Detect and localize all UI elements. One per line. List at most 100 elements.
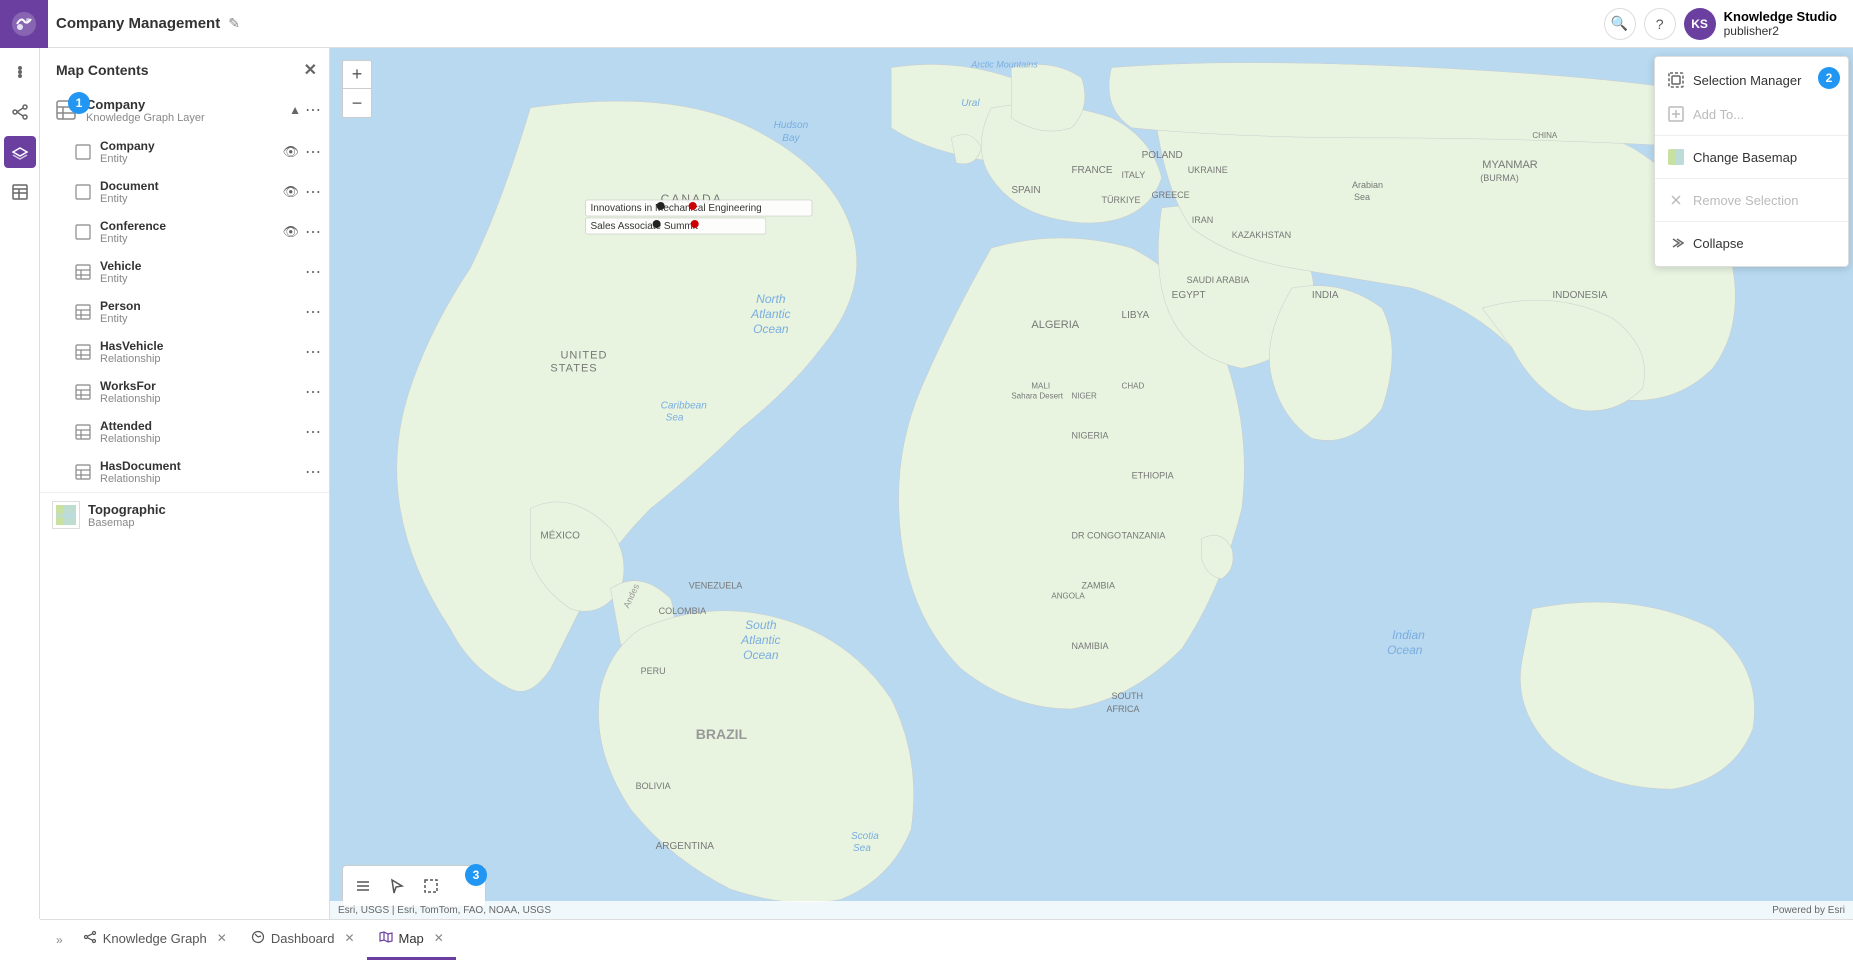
- edit-icon[interactable]: ✎: [228, 15, 240, 32]
- tab-knowledge-graph[interactable]: Knowledge Graph ✕: [71, 920, 239, 960]
- layer-item-person[interactable]: Person Entity ⋯: [40, 292, 329, 332]
- layer-item-type: Entity: [100, 273, 305, 285]
- layer-item-hasdocument[interactable]: HasDocument Relationship ⋯: [40, 452, 329, 492]
- svg-text:LIBYA: LIBYA: [1122, 310, 1150, 321]
- tab-knowledge-graph-close[interactable]: ✕: [217, 931, 227, 945]
- svg-text:AFRICA: AFRICA: [1107, 704, 1140, 714]
- visibility-icon[interactable]: 👁: [282, 184, 299, 200]
- zoom-in-button[interactable]: +: [343, 61, 371, 89]
- tab-map-close[interactable]: ✕: [434, 931, 444, 945]
- svg-text:UKRAINE: UKRAINE: [1188, 165, 1228, 175]
- layer-item-actions: ⋯: [305, 462, 321, 482]
- svg-text:DR CONGO: DR CONGO: [1071, 531, 1121, 541]
- layer-item-conference[interactable]: Conference Entity 👁 ⋯: [40, 212, 329, 252]
- knowledge-graph-tab-icon: [83, 930, 97, 947]
- item-more-button[interactable]: ⋯: [305, 382, 321, 402]
- item-more-button[interactable]: ⋯: [305, 182, 321, 202]
- context-item-remove-selection: Remove Selection: [1655, 183, 1848, 217]
- zoom-out-button[interactable]: −: [343, 89, 371, 117]
- svg-text:PERU: PERU: [641, 666, 666, 676]
- change-basemap-label: Change Basemap: [1693, 150, 1797, 165]
- tab-dashboard-close[interactable]: ✕: [344, 931, 354, 945]
- collapse-icon: [1667, 234, 1685, 252]
- help-button[interactable]: ?: [1644, 8, 1676, 40]
- item-more-button[interactable]: ⋯: [305, 302, 321, 322]
- layer-item-hasvehicle[interactable]: HasVehicle Relationship ⋯: [40, 332, 329, 372]
- item-more-button[interactable]: ⋯: [305, 262, 321, 282]
- visibility-icon[interactable]: 👁: [282, 144, 299, 160]
- context-divider-1: [1655, 135, 1848, 136]
- layer-group-more-button[interactable]: ⋯: [305, 100, 321, 120]
- svg-text:SAUDI ARABIA: SAUDI ARABIA: [1187, 275, 1250, 285]
- layer-item-worksfor[interactable]: WorksFor Relationship ⋯: [40, 372, 329, 412]
- context-menu: Selection Manager 2 Add To... Change Bas…: [1654, 56, 1849, 267]
- basemap-name: Topographic: [88, 502, 321, 517]
- item-more-button[interactable]: ⋯: [305, 462, 321, 482]
- svg-text:ETHIOPIA: ETHIOPIA: [1132, 470, 1174, 480]
- svg-text:South: South: [745, 618, 777, 632]
- map-attribution: Esri, USGS | Esri, TomTom, FAO, NOAA, US…: [330, 901, 1853, 919]
- selection-manager-label: Selection Manager: [1693, 73, 1801, 88]
- rectangle-select-button[interactable]: [415, 870, 447, 902]
- context-item-change-basemap[interactable]: Change Basemap: [1655, 140, 1848, 174]
- svg-text:MÉXICO: MÉXICO: [540, 529, 580, 542]
- panel-title: Map Contents: [56, 62, 149, 78]
- svg-text:Ural: Ural: [961, 98, 980, 109]
- svg-text:COLOMBIA: COLOMBIA: [659, 606, 707, 616]
- svg-text:ARGENTINA: ARGENTINA: [656, 841, 715, 852]
- svg-text:Hudson: Hudson: [774, 120, 809, 131]
- layer-item-attended[interactable]: Attended Relationship ⋯: [40, 412, 329, 452]
- context-item-selection-manager[interactable]: Selection Manager 2: [1655, 63, 1848, 97]
- user-info: Knowledge Studio publisher2: [1724, 9, 1837, 38]
- entity-icon: [72, 181, 94, 203]
- item-more-button[interactable]: ⋯: [305, 422, 321, 442]
- select-button[interactable]: [381, 870, 413, 902]
- svg-text:SOUTH: SOUTH: [1112, 691, 1143, 701]
- layer-item-vehicle[interactable]: Vehicle Entity ⋯: [40, 252, 329, 292]
- table-icon: [72, 261, 94, 283]
- layer-item-type: Entity: [100, 233, 282, 245]
- svg-text:Innovations in Mechanical Engi: Innovations in Mechanical Engineering: [591, 203, 762, 214]
- table-icon: [72, 341, 94, 363]
- layer-group-header[interactable]: 1 Company Knowledge Graph Layer ▲ ⋯: [40, 88, 329, 132]
- tab-map[interactable]: Map ✕: [367, 920, 456, 960]
- layer-item-type: Relationship: [100, 353, 305, 365]
- item-more-button[interactable]: ⋯: [305, 222, 321, 242]
- badge-3: 3: [465, 864, 487, 886]
- svg-text:Arabian: Arabian: [1352, 180, 1383, 190]
- item-more-button[interactable]: ⋯: [305, 142, 321, 162]
- svg-text:SPAIN: SPAIN: [1011, 185, 1040, 196]
- nav-back-icon[interactable]: [4, 56, 36, 88]
- table-icon: [72, 301, 94, 323]
- svg-text:STATES: STATES: [550, 362, 597, 374]
- layer-item-company[interactable]: Company Entity 👁 ⋯: [40, 132, 329, 172]
- visibility-icon[interactable]: 👁: [282, 224, 299, 240]
- nav-layers-icon[interactable]: [4, 136, 36, 168]
- expand-sidebar-button[interactable]: »: [48, 933, 71, 947]
- table-icon: [72, 421, 94, 443]
- nav-table-icon[interactable]: [4, 176, 36, 208]
- svg-text:TANZANIA: TANZANIA: [1122, 531, 1166, 541]
- nav-connections-icon[interactable]: [4, 96, 36, 128]
- svg-text:NIGER: NIGER: [1071, 391, 1097, 400]
- item-more-button[interactable]: ⋯: [305, 342, 321, 362]
- layer-item-type: Relationship: [100, 473, 305, 485]
- layer-item-actions: ⋯: [305, 342, 321, 362]
- svg-text:ZAMBIA: ZAMBIA: [1081, 581, 1115, 591]
- tab-knowledge-graph-label: Knowledge Graph: [103, 931, 207, 946]
- context-item-collapse[interactable]: Collapse: [1655, 226, 1848, 260]
- tab-map-label: Map: [399, 931, 424, 946]
- layer-item-document[interactable]: Document Entity 👁 ⋯: [40, 172, 329, 212]
- layer-item-info: WorksFor Relationship: [100, 379, 305, 405]
- list-view-button[interactable]: [347, 870, 379, 902]
- app-logo: [0, 0, 48, 48]
- panel-close-button[interactable]: ✕: [304, 60, 317, 80]
- layer-item-actions: 👁 ⋯: [282, 222, 321, 242]
- svg-text:Sea: Sea: [1354, 192, 1370, 202]
- svg-text:Ocean: Ocean: [753, 322, 789, 336]
- avatar: KS: [1684, 8, 1716, 40]
- search-button[interactable]: 🔍: [1604, 8, 1636, 40]
- layer-item-actions: ⋯: [305, 262, 321, 282]
- tab-dashboard[interactable]: Dashboard ✕: [239, 920, 367, 960]
- map-area[interactable]: CANADA UNITED STATES MÉXICO BRAZIL ARGEN…: [330, 48, 1853, 919]
